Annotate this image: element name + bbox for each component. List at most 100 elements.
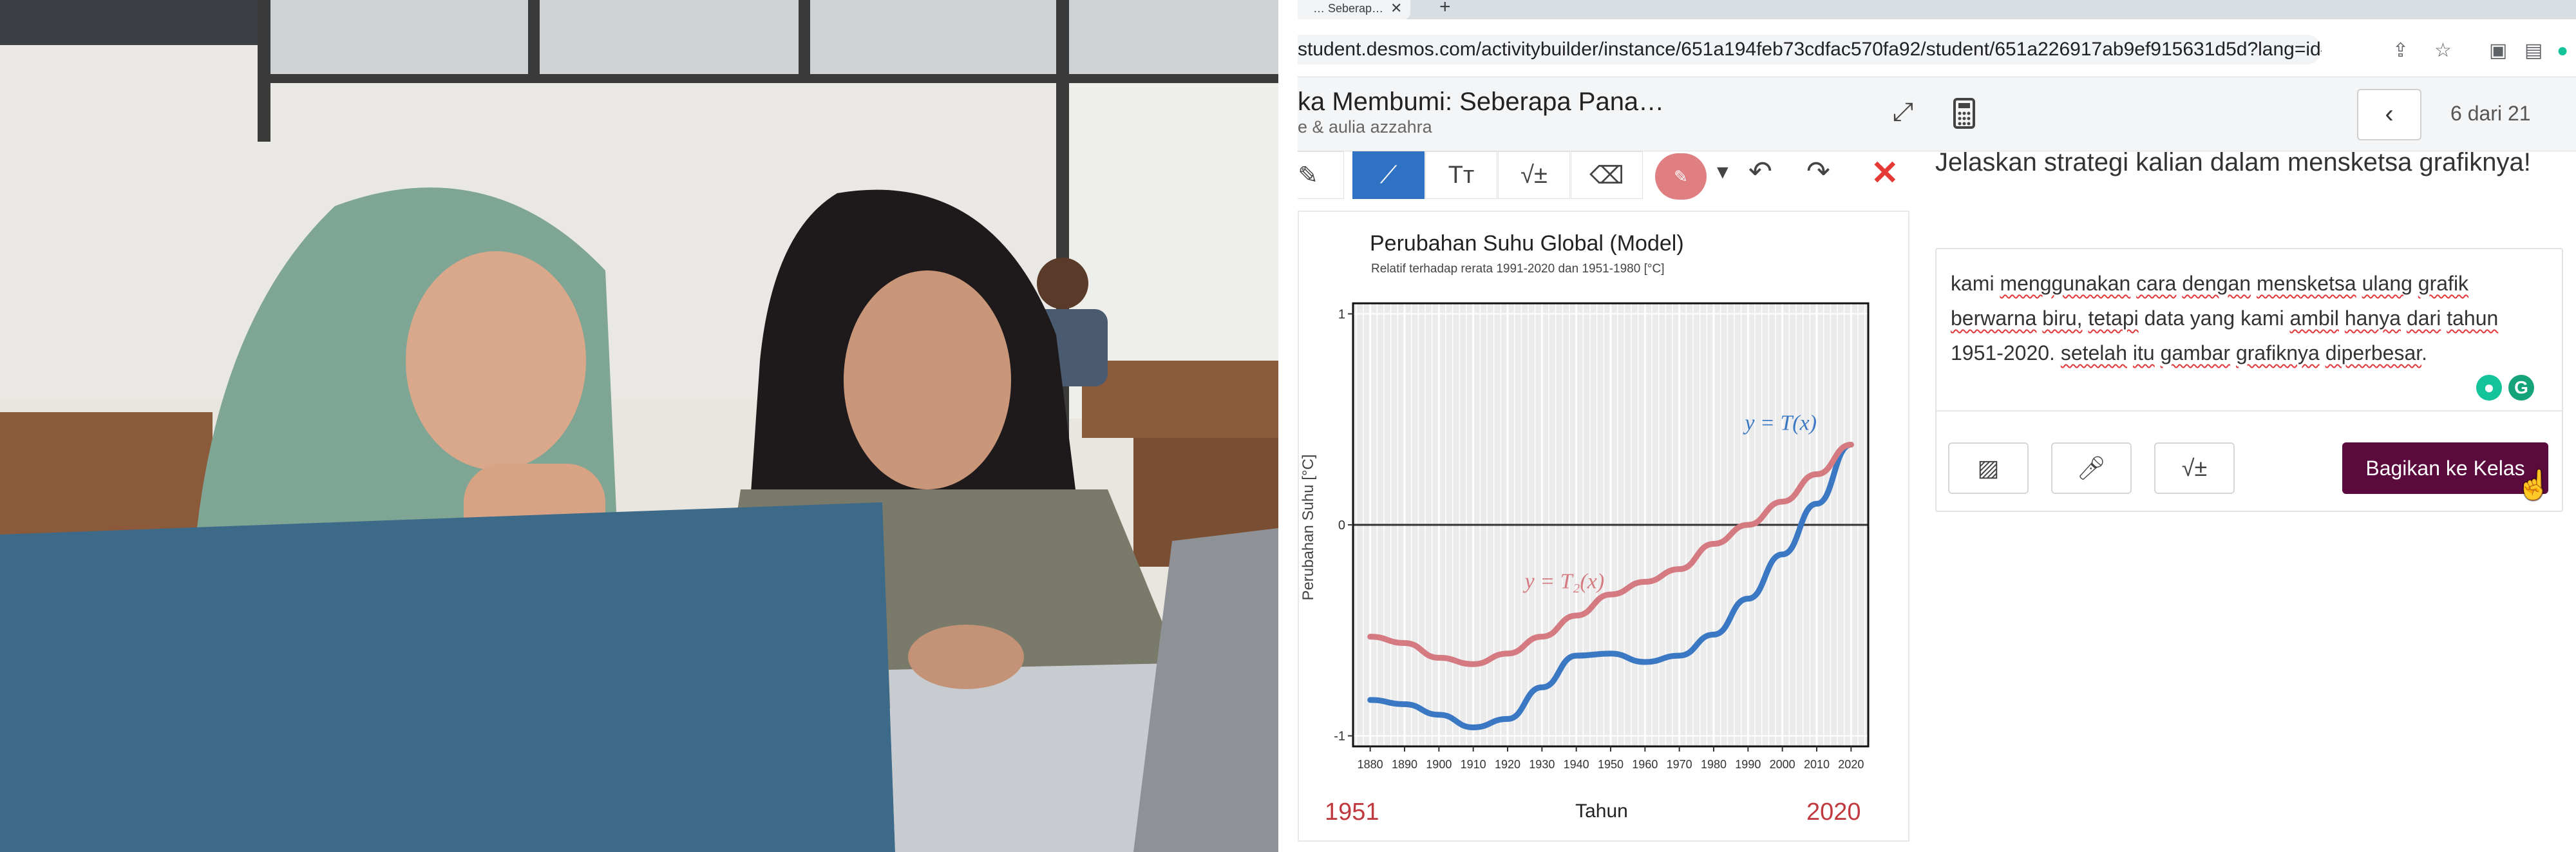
- x-tick-label: 1970: [1667, 758, 1692, 771]
- misspelled-word: tahun: [2447, 307, 2499, 330]
- x-tick-label: 2010: [1804, 758, 1830, 771]
- response-textarea[interactable]: kami menggunakan cara dengan mensketsa u…: [1951, 266, 2550, 370]
- graph-card[interactable]: Perubahan Suhu Global (Model) Relatif te…: [1298, 211, 1909, 842]
- tab-close-icon[interactable]: ✕: [1390, 0, 1402, 17]
- text-tool-button[interactable]: Tт: [1425, 151, 1497, 199]
- activity-title: ka Membumi: Seberapa Pana…: [1298, 88, 1665, 116]
- misspelled-word: biru,: [2042, 307, 2083, 330]
- response-card: kami menggunakan cara dengan mensketsa u…: [1935, 248, 2563, 512]
- url-field[interactable]: student.desmos.com/activitybuilder/insta…: [1298, 35, 2322, 64]
- classroom-photo: [0, 0, 1278, 852]
- highlighter-icon: ✎: [1674, 167, 1688, 186]
- x-tick-label: 2000: [1770, 758, 1795, 771]
- y-tick-label: -1: [1334, 730, 1345, 744]
- undo-icon[interactable]: ↶: [1748, 155, 1772, 188]
- divider: [1937, 410, 2562, 412]
- address-bar: student.desmos.com/activitybuilder/insta…: [1298, 19, 2576, 77]
- x-tick-label: 1910: [1461, 758, 1486, 771]
- response-words: data yang kami: [2144, 307, 2284, 330]
- bookmark-star-icon[interactable]: ☆: [2434, 41, 2452, 61]
- activity-header: ka Membumi: Seberapa Pana… e & aulia azz…: [1298, 77, 2576, 151]
- series-label-2: y = T₂(x): [1523, 569, 1605, 593]
- new-tab-icon[interactable]: +: [1439, 0, 1451, 18]
- tab-title: … Seberap…: [1313, 2, 1384, 15]
- misspelled-word: dengan: [2182, 272, 2251, 295]
- x-tick-label: 1950: [1598, 758, 1624, 771]
- pencil-icon: ✎: [1298, 162, 1318, 189]
- misspelled-word: ambil: [2289, 307, 2339, 330]
- extension-icon[interactable]: ▤: [2524, 41, 2543, 61]
- line-tool-button[interactable]: ⟋: [1352, 151, 1425, 199]
- response-word: kami: [1951, 272, 1994, 295]
- misspelled-word: grafik: [2418, 272, 2469, 295]
- x-tick-label: 1960: [1632, 758, 1658, 771]
- image-icon: ▨: [1977, 455, 2000, 481]
- x-tick-label: 1980: [1701, 758, 1727, 771]
- math-button-label: √±: [2181, 455, 2208, 481]
- misspelled-word: ulang: [2362, 272, 2412, 295]
- misspelled-word: tetapi: [2088, 307, 2139, 330]
- range-start-label: 1951: [1325, 799, 1379, 826]
- response-words: 1951-2020.: [1951, 341, 2055, 364]
- misspelled-word: dari: [2406, 307, 2441, 330]
- temperature-chart[interactable]: Perubahan Suhu Global (Model) Relatif te…: [1299, 212, 1908, 840]
- math-tool-button[interactable]: √±: [1498, 151, 1570, 199]
- misspelled-word: diperbesar: [2325, 341, 2422, 364]
- y-tick-label: 1: [1338, 307, 1345, 321]
- activity-authors: e & aulia azzahra: [1298, 117, 1432, 137]
- eraser-icon: ⌫: [1589, 162, 1624, 189]
- microphone-icon: 🎤︎: [2076, 455, 2107, 481]
- expand-icon[interactable]: ⤢: [1887, 98, 1919, 130]
- add-audio-button[interactable]: 🎤︎: [2051, 442, 2132, 494]
- chart-title: Perubahan Suhu Global (Model): [1370, 231, 1684, 256]
- plot-area: 1 0 -1 1880 1890 1900 1910 1920 1930 1940 1950 1960…: [1334, 302, 1870, 771]
- x-tick-label: 1990: [1735, 758, 1761, 771]
- eraser-tool-button[interactable]: ⌫: [1571, 151, 1643, 199]
- x-tick-label: 2020: [1838, 758, 1864, 771]
- text-tool-label: Tт: [1448, 161, 1475, 189]
- series-label-1: y = T(x): [1743, 412, 1817, 435]
- share-page-icon[interactable]: ⇪: [2392, 41, 2409, 61]
- classroom-photo-illustration: [0, 0, 1278, 852]
- grammarly-extension-icon[interactable]: ●: [2557, 41, 2568, 61]
- x-tick-label: 1880: [1358, 758, 1383, 771]
- add-math-button[interactable]: √±: [2154, 442, 2235, 494]
- screen: … Seberap… ✕ + student.desmos.com/activi…: [0, 0, 2576, 852]
- previous-screen-button[interactable]: ‹: [2357, 89, 2421, 140]
- question-prompt: Jelaskan strategi kalian dalam mensketsa…: [1935, 148, 2531, 176]
- math-tool-label: √±: [1520, 161, 1548, 189]
- grammarly-icon[interactable]: G: [2508, 375, 2534, 401]
- calculator-icon[interactable]: [1948, 97, 1980, 131]
- misspelled-word: cara: [2136, 272, 2177, 295]
- misspelled-word: hanya: [2344, 307, 2401, 330]
- grammarly-suggestion-icon[interactable]: ●: [2476, 375, 2502, 401]
- chart-x-axis-label: Tahun: [1575, 800, 1628, 822]
- x-tick-label: 1940: [1564, 758, 1589, 771]
- misspelled-word: itu: [2132, 341, 2155, 364]
- tab-strip: … Seberap… ✕ +: [1298, 0, 2576, 19]
- sketch-toolbar: ✎ ⟋ Tт √± ⌫ ✎ ▼ ↶ ↷ ✕: [1298, 151, 1909, 203]
- browser-window: … Seberap… ✕ + student.desmos.com/activi…: [1298, 0, 2576, 852]
- x-tick-label: 1930: [1529, 758, 1555, 771]
- misspelled-word: mensketsa: [2256, 272, 2356, 295]
- misspelled-word: grafiknya: [2235, 341, 2320, 364]
- sketch-panel: ✎ ⟋ Tт √± ⌫ ✎ ▼ ↶ ↷ ✕ Perubahan Suhu Glo…: [1298, 151, 1909, 852]
- x-tick-label: 1920: [1495, 758, 1520, 771]
- line-icon: ⟋: [1379, 161, 1397, 189]
- redo-icon[interactable]: ↷: [1806, 155, 1830, 188]
- add-image-button[interactable]: ▨: [1948, 442, 2029, 494]
- url-text: student.desmos.com/activitybuilder/insta…: [1298, 39, 2322, 60]
- x-tick-label: 1890: [1392, 758, 1417, 771]
- range-end-label: 2020: [1806, 799, 1861, 826]
- misspelled-word: berwarna: [1951, 307, 2037, 330]
- chart-y-axis-label: Perubahan Suhu [°C]: [1300, 454, 1317, 600]
- mouse-cursor-icon: ☝: [2516, 469, 2552, 501]
- pencil-tool-button[interactable]: ✎: [1298, 151, 1344, 199]
- color-picker-button[interactable]: ✎: [1655, 153, 1707, 200]
- chart-subtitle: Relatif terhadap rerata 1991-2020 dan 19…: [1371, 262, 1664, 276]
- camera-icon[interactable]: ▣: [2489, 41, 2507, 61]
- misspelled-word: setelah: [2060, 341, 2127, 364]
- misspelled-word: gambar: [2160, 341, 2231, 364]
- clear-icon[interactable]: ✕: [1871, 154, 1899, 193]
- color-caret-icon[interactable]: ▼: [1713, 162, 1732, 184]
